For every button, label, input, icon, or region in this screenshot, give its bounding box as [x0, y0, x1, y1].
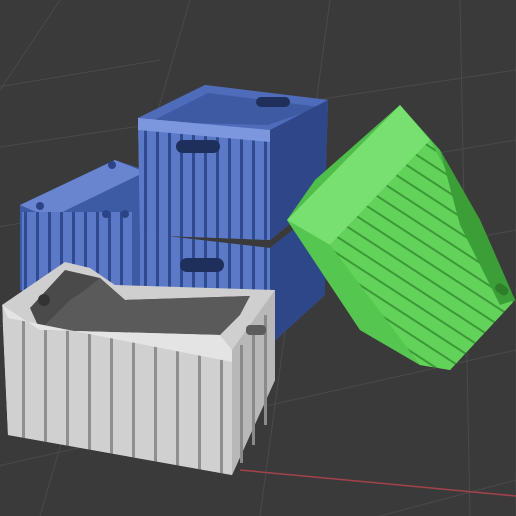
- viewport-canvas[interactable]: [0, 0, 516, 516]
- 3d-viewport[interactable]: [0, 0, 516, 516]
